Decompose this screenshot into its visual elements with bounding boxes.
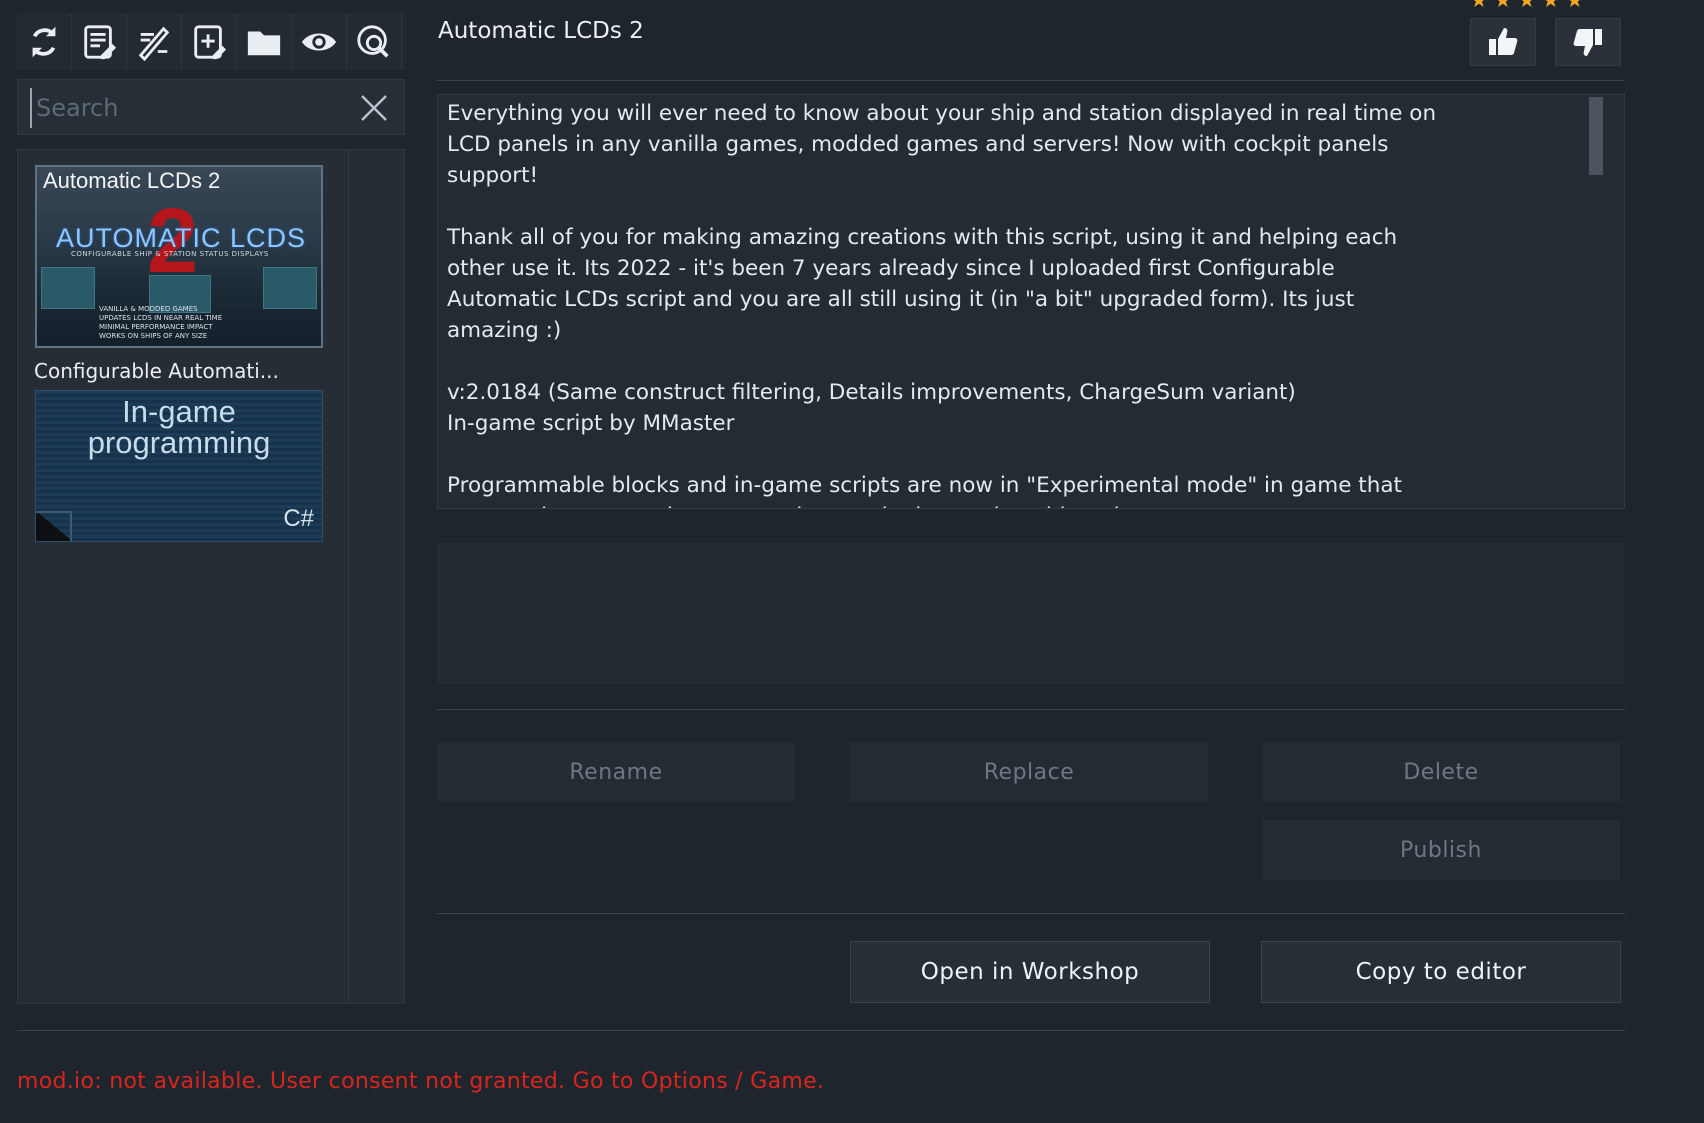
- description-panel[interactable]: Everything you will ever need to know ab…: [437, 94, 1625, 509]
- refresh-button[interactable]: [17, 13, 72, 70]
- list-item-title: Configurable Automati...: [34, 359, 279, 383]
- search-box: [17, 79, 405, 135]
- divider: [437, 709, 1625, 710]
- status-message: mod.io: not available. User consent not …: [17, 1069, 825, 1094]
- script-list: 2 Automatic LCDs 2 AUTOMATIC LCDS CONFIG…: [17, 149, 405, 1004]
- thumbnail-subtitle: CONFIGURABLE SHIP & STATION STATUS DISPL…: [71, 250, 269, 258]
- description-text: Everything you will ever need to know ab…: [447, 101, 1437, 508]
- new-script-button[interactable]: [182, 13, 237, 70]
- rename-button[interactable]: Rename: [437, 742, 795, 802]
- thumbnail-small-text: VANILLA & MODDED GAMES UPDATES LCDS IN N…: [99, 305, 223, 340]
- close-icon[interactable]: [358, 92, 390, 124]
- thumbs-up-icon: [1489, 28, 1518, 55]
- edit-script-button[interactable]: [127, 13, 182, 70]
- script-title: Automatic LCDs 2: [438, 18, 644, 44]
- workshop-search-icon: [357, 24, 389, 58]
- thumbs-down-icon: [1573, 29, 1602, 56]
- thumbnail-art: [41, 267, 95, 309]
- copy-to-editor-button[interactable]: Copy to editor: [1261, 941, 1621, 1003]
- list-item-title: Automatic LCDs 2: [43, 168, 221, 193]
- edit-script-icon: [138, 26, 170, 61]
- divider: [17, 1030, 1625, 1031]
- divider: [437, 80, 1625, 81]
- thumbs-down-button[interactable]: [1555, 18, 1621, 66]
- replace-button[interactable]: Replace: [850, 742, 1208, 802]
- list-item-configurable-automatic[interactable]: In-game programming C#: [35, 390, 323, 542]
- script-list-scroll-area: 2 Automatic LCDs 2 AUTOMATIC LCDS CONFIG…: [18, 150, 349, 1003]
- search-input[interactable]: [30, 88, 368, 128]
- refresh-icon: [32, 26, 56, 57]
- thumbnail-text: In-game programming: [87, 394, 271, 460]
- description-scrollbar[interactable]: [1589, 97, 1603, 175]
- new-script-icon: [194, 24, 227, 59]
- folder-icon: [247, 31, 281, 55]
- rating-stars: ★★★★★: [1470, 0, 1590, 12]
- csharp-logo: C#: [283, 505, 314, 532]
- thumbs-up-button[interactable]: [1470, 18, 1536, 66]
- script-list-icon: [84, 24, 117, 59]
- workshop-search-button[interactable]: [347, 13, 402, 70]
- script-list-button[interactable]: [72, 13, 127, 70]
- open-in-workshop-button[interactable]: Open in Workshop: [850, 941, 1210, 1003]
- list-item-automatic-lcds-2[interactable]: 2 Automatic LCDs 2 AUTOMATIC LCDS CONFIG…: [35, 165, 323, 348]
- toolbar: [17, 13, 406, 70]
- thumbnail-corner: [36, 511, 72, 541]
- delete-button[interactable]: Delete: [1262, 742, 1620, 802]
- publish-button[interactable]: Publish: [1262, 820, 1620, 880]
- preview-area: [437, 543, 1625, 684]
- eye-icon: [301, 32, 337, 51]
- thumbnail-art: [263, 267, 317, 309]
- preview-button[interactable]: [292, 13, 347, 70]
- list-item-label: Configurable Automati...: [34, 359, 324, 383]
- open-folder-button[interactable]: [237, 13, 292, 70]
- divider: [437, 913, 1625, 914]
